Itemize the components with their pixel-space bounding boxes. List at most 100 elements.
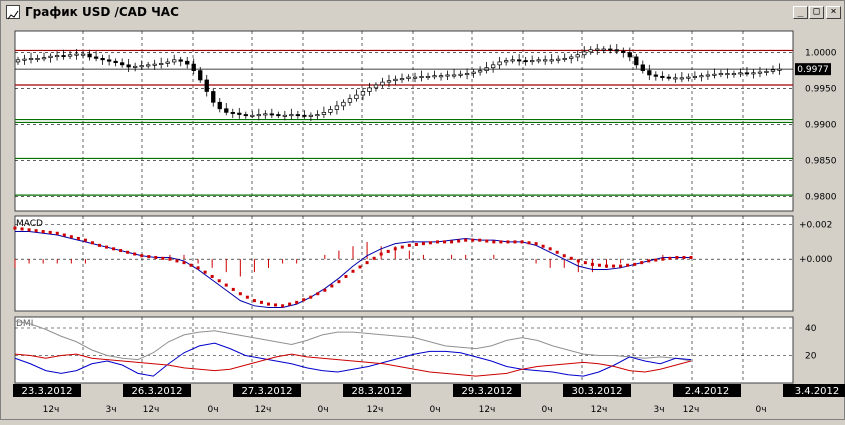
candle-body (256, 114, 261, 117)
macd-signal-point (513, 240, 517, 244)
y-tick-label: 20 (805, 352, 817, 362)
macd-signal-point (647, 259, 651, 263)
macd-signal-point (689, 255, 693, 259)
candle-body (640, 64, 645, 71)
macd-signal-point (196, 266, 200, 270)
candle-body (582, 51, 587, 56)
candle-body (113, 60, 118, 64)
macd-signal-point (55, 231, 59, 235)
chart-area: 1.0000 0.9950 0.9900 0.9850 0.9800 0.9977 +0.0… (1, 1, 845, 421)
candle-body (458, 73, 463, 76)
y-tick-label: 1.0000 (805, 49, 837, 59)
candle-body (224, 108, 229, 113)
candle-body (74, 53, 79, 56)
macd-signal-point (386, 249, 390, 253)
macd-signal-point (597, 263, 601, 267)
macd-signal-point (492, 240, 496, 244)
macd-signal-point (421, 242, 425, 246)
candle-body (367, 87, 372, 92)
hour-label: 12ч (143, 405, 160, 415)
macd-signal-point (20, 227, 24, 231)
candle-body (360, 91, 366, 96)
candle-body (692, 76, 698, 78)
candle-body (230, 112, 235, 114)
candle-body (354, 94, 359, 100)
candle-body (718, 73, 724, 76)
macd-signal-point (126, 250, 130, 254)
y-tick-label: 0.9800 (805, 193, 837, 203)
candle-body (152, 63, 157, 66)
macd-signal-point (576, 259, 580, 263)
candle-body (250, 114, 255, 117)
candle-body (100, 58, 105, 61)
candle-body (477, 70, 483, 73)
date-label: 27.3.2012 (242, 386, 293, 397)
macd-signal-point (288, 302, 292, 306)
macd-signal-point (231, 287, 235, 291)
y-tick-label: 0.9900 (805, 121, 837, 131)
candle-body (139, 65, 144, 68)
macd-signal-point (450, 240, 454, 244)
macd-signal-point (203, 270, 207, 274)
macd-signal-point (252, 299, 256, 303)
y-tick-label: +0.002 (799, 221, 832, 231)
candle-body (543, 59, 548, 62)
candle-body (549, 59, 554, 62)
candle-body (269, 113, 274, 116)
macd-signal-point (161, 256, 165, 260)
candle-body (731, 73, 737, 76)
candle-body (438, 75, 444, 78)
candle-body (530, 60, 535, 63)
candle-body (165, 61, 170, 64)
macd-signal-point (675, 255, 679, 259)
macd-signal-point (337, 280, 341, 284)
candle-body (334, 105, 340, 110)
macd-signal-point (217, 279, 221, 283)
macd-signal-point (541, 244, 545, 248)
macd-signal-point (41, 230, 45, 234)
candle-body (569, 56, 574, 59)
chart-window: График USD /CAD ЧАС _ □ × 1.0000 0.9950 0.… (0, 0, 845, 420)
candle-body (679, 77, 685, 80)
macd-signal-point (457, 239, 461, 243)
candle-body (243, 114, 248, 117)
candle-body (35, 58, 40, 60)
candle-body (178, 59, 183, 62)
candle-body (608, 48, 613, 51)
y-tick-label: 0.9850 (805, 157, 837, 167)
macd-signal-point (654, 258, 658, 262)
candle-body (80, 53, 86, 56)
candle-body (22, 58, 27, 61)
macd-signal-point (69, 235, 73, 239)
candle-body (106, 59, 112, 62)
macd-signal-point (34, 229, 38, 233)
candle-body (67, 54, 73, 57)
candle-body (263, 113, 268, 116)
current-price-label: 0.9977 (797, 65, 829, 75)
macd-signal-point (400, 245, 404, 249)
macd-signal-point (661, 257, 665, 261)
date-label: 30.3.2012 (572, 386, 623, 397)
macd-signal-point (245, 295, 249, 299)
macd-signal-point (323, 288, 327, 292)
candle-body (315, 114, 320, 117)
candle-body (237, 112, 242, 115)
hour-label: 0ч (317, 405, 328, 415)
hour-label: 0ч (541, 405, 552, 415)
candle-body (204, 79, 209, 92)
candle-body (198, 70, 203, 81)
macd-signal-point (436, 240, 439, 244)
chart-svg: 1.0000 0.9950 0.9900 0.9850 0.9800 0.9977 +0.0… (13, 30, 845, 415)
candle-body (595, 48, 600, 51)
macd-signal-point (48, 230, 52, 234)
macd-signal-point (351, 269, 355, 273)
candle-body (341, 101, 346, 107)
candle-body (647, 70, 652, 76)
macd-signal-point (119, 249, 123, 253)
macd-signal-point (189, 263, 193, 267)
macd-signal-point (443, 240, 447, 244)
macd-panel (14, 215, 794, 312)
macd-signal-point (407, 243, 411, 247)
candle-body (282, 114, 287, 117)
macd-signal-point (485, 239, 489, 243)
